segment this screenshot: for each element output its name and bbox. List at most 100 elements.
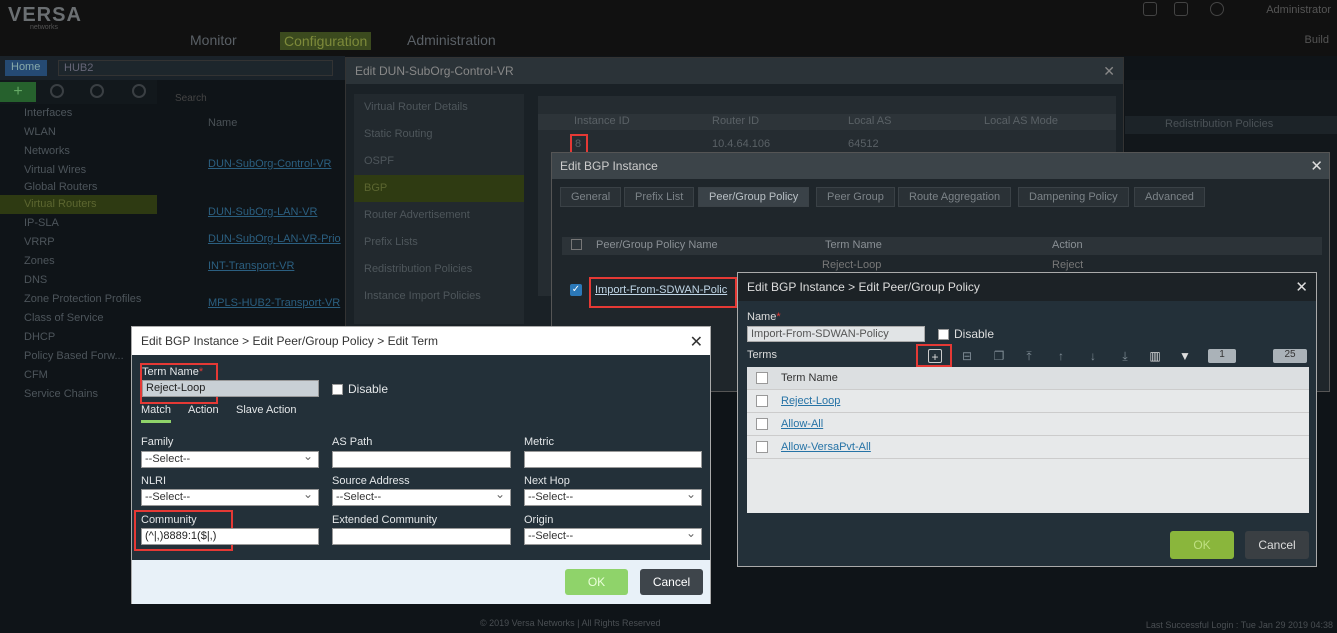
vr-link[interactable]: MPLS-HUB2-Transport-VR bbox=[208, 297, 340, 309]
remove-icon[interactable]: ⊟ bbox=[960, 349, 974, 363]
tab-general[interactable]: General bbox=[560, 187, 622, 207]
tab-slave-action[interactable]: Slave Action bbox=[236, 404, 297, 416]
tab-prefix-list[interactable]: Prefix List bbox=[624, 187, 695, 207]
checkbox[interactable] bbox=[938, 329, 949, 341]
table-row[interactable]: Allow-All bbox=[747, 413, 1309, 436]
nav-global-routers[interactable]: Global Routers bbox=[0, 178, 157, 195]
nlri-select[interactable]: --Select-- bbox=[141, 487, 319, 506]
term-name-input[interactable]: Reject-Loop bbox=[142, 380, 319, 397]
menu-router-advertisement[interactable]: Router Advertisement bbox=[354, 202, 524, 229]
menu-vr-details[interactable]: Virtual Router Details bbox=[354, 94, 524, 121]
tab-action[interactable]: Action bbox=[188, 404, 219, 416]
nav-virtual-routers[interactable]: Virtual Routers bbox=[0, 195, 157, 214]
table-row[interactable]: Reject-Loop bbox=[747, 390, 1309, 413]
cancel-button[interactable]: Cancel bbox=[1245, 531, 1309, 559]
nav-zones[interactable]: Zones bbox=[0, 252, 157, 271]
row-checkbox[interactable]: ✓ bbox=[570, 284, 582, 296]
globe-icon[interactable] bbox=[132, 84, 146, 98]
disable-checkbox[interactable]: Disable bbox=[938, 327, 994, 341]
vr-link[interactable]: DUN-SubOrg-LAN-VR-Prio bbox=[208, 233, 341, 245]
extended-community-input[interactable] bbox=[332, 528, 511, 545]
row-checkbox[interactable] bbox=[756, 395, 768, 407]
row-checkbox[interactable] bbox=[756, 418, 768, 430]
columns-icon[interactable]: ▥ bbox=[1148, 349, 1162, 363]
close-icon[interactable]: ✕ bbox=[1310, 157, 1323, 175]
family-select[interactable]: --Select-- bbox=[141, 449, 319, 468]
search-input[interactable]: Search bbox=[175, 93, 340, 107]
term-link[interactable]: Allow-All bbox=[781, 418, 823, 430]
move-down-icon[interactable]: ↓ bbox=[1086, 349, 1100, 363]
next-hop-select[interactable]: --Select-- bbox=[524, 487, 702, 506]
close-icon[interactable]: ✕ bbox=[1295, 278, 1308, 296]
menu-static-routing[interactable]: Static Routing bbox=[354, 121, 524, 148]
shield-icon[interactable] bbox=[90, 84, 104, 98]
nav-virtual-wires[interactable]: Virtual Wires bbox=[0, 161, 157, 178]
col-local-as: Local AS bbox=[848, 115, 892, 127]
nav-ip-sla[interactable]: IP-SLA bbox=[0, 214, 157, 233]
gear-icon[interactable] bbox=[50, 84, 64, 98]
select-all-checkbox[interactable] bbox=[571, 239, 582, 250]
vr-link[interactable]: INT-Transport-VR bbox=[208, 260, 294, 272]
build-button[interactable]: Build bbox=[1305, 34, 1329, 46]
row-checkbox[interactable] bbox=[756, 441, 768, 453]
edit-term-dialog: Edit BGP Instance > Edit Peer/Group Poli… bbox=[131, 326, 711, 604]
nav-networks[interactable]: Networks bbox=[0, 142, 157, 161]
info-icon[interactable] bbox=[1210, 2, 1224, 16]
metric-input[interactable] bbox=[524, 451, 702, 468]
add-term-icon[interactable]: + bbox=[928, 349, 942, 364]
nav-zone-protection[interactable]: Zone Protection Profiles bbox=[0, 290, 157, 309]
community-input[interactable]: (^|,)8889:1($|,) bbox=[141, 528, 319, 545]
cancel-button[interactable]: Cancel bbox=[640, 569, 703, 595]
menu-bgp[interactable]: BGP bbox=[354, 175, 524, 202]
tab-peer-group[interactable]: Peer Group bbox=[816, 187, 895, 207]
instance-id-link[interactable]: 8 bbox=[570, 134, 588, 154]
ok-button[interactable]: OK bbox=[565, 569, 628, 595]
nav-vrrp[interactable]: VRRP bbox=[0, 233, 157, 252]
disable-checkbox[interactable]: Disable bbox=[332, 382, 388, 396]
term-link[interactable]: Reject-Loop bbox=[781, 395, 840, 407]
menu-redistribution-policies[interactable]: Redistribution Policies bbox=[354, 256, 524, 283]
page-size-select[interactable]: 25 bbox=[1273, 349, 1307, 363]
clone-icon[interactable]: ❐ bbox=[992, 349, 1006, 363]
nav-monitor[interactable]: Monitor bbox=[190, 32, 237, 48]
name-input[interactable]: Import-From-SDWAN-Policy bbox=[747, 326, 925, 342]
nav-configuration[interactable]: Configuration bbox=[280, 32, 372, 50]
as-path-input[interactable] bbox=[332, 451, 511, 468]
menu-instance-import-policies[interactable]: Instance Import Policies bbox=[354, 283, 524, 310]
tab-dampening-policy[interactable]: Dampening Policy bbox=[1018, 187, 1129, 207]
tab-match[interactable]: Match bbox=[141, 404, 171, 423]
table-row[interactable]: Allow-VersaPvt-All bbox=[747, 436, 1309, 459]
term-name-cell: Reject-Loop bbox=[822, 259, 882, 271]
nav-administration[interactable]: Administration bbox=[407, 32, 496, 48]
page-input[interactable]: 1 bbox=[1208, 349, 1236, 363]
document-icon[interactable] bbox=[1174, 2, 1188, 16]
add-button[interactable]: + bbox=[0, 82, 36, 102]
nav-dns[interactable]: DNS bbox=[0, 271, 157, 290]
filter-icon[interactable]: ▼ bbox=[1178, 349, 1192, 363]
vr-link[interactable]: DUN-SubOrg-LAN-VR bbox=[208, 206, 317, 218]
nav-wlan[interactable]: WLAN bbox=[0, 123, 157, 142]
user-menu[interactable]: Administrator bbox=[1266, 4, 1331, 16]
tab-route-aggregation[interactable]: Route Aggregation bbox=[898, 187, 1012, 207]
menu-ospf[interactable]: OSPF bbox=[354, 148, 524, 175]
move-up-icon[interactable]: ↑ bbox=[1054, 349, 1068, 363]
close-icon[interactable]: ✕ bbox=[1103, 63, 1115, 80]
vr-link[interactable]: DUN-SubOrg-Control-VR bbox=[208, 158, 331, 170]
move-top-icon[interactable]: ⤒ bbox=[1022, 349, 1036, 363]
menu-prefix-lists[interactable]: Prefix Lists bbox=[354, 229, 524, 256]
close-icon[interactable]: ✕ bbox=[690, 332, 703, 352]
tab-peer-group-policy[interactable]: Peer/Group Policy bbox=[698, 187, 810, 207]
policy-name-link[interactable]: Import-From-SDWAN-Polic bbox=[595, 284, 727, 296]
select-all-checkbox[interactable] bbox=[756, 372, 768, 384]
tab-advanced[interactable]: Advanced bbox=[1134, 187, 1205, 207]
nav-interfaces[interactable]: Interfaces bbox=[0, 104, 157, 123]
move-bottom-icon[interactable]: ⤓ bbox=[1118, 349, 1132, 363]
bell-icon[interactable] bbox=[1143, 2, 1157, 16]
ok-button[interactable]: OK bbox=[1170, 531, 1234, 559]
home-tab[interactable]: Home bbox=[5, 60, 47, 76]
term-link[interactable]: Allow-VersaPvt-All bbox=[781, 441, 871, 453]
source-address-select[interactable]: --Select-- bbox=[332, 487, 511, 506]
origin-select[interactable]: --Select-- bbox=[524, 526, 702, 545]
checkbox[interactable] bbox=[332, 384, 343, 396]
appliance-select[interactable]: HUB2 bbox=[58, 60, 333, 76]
